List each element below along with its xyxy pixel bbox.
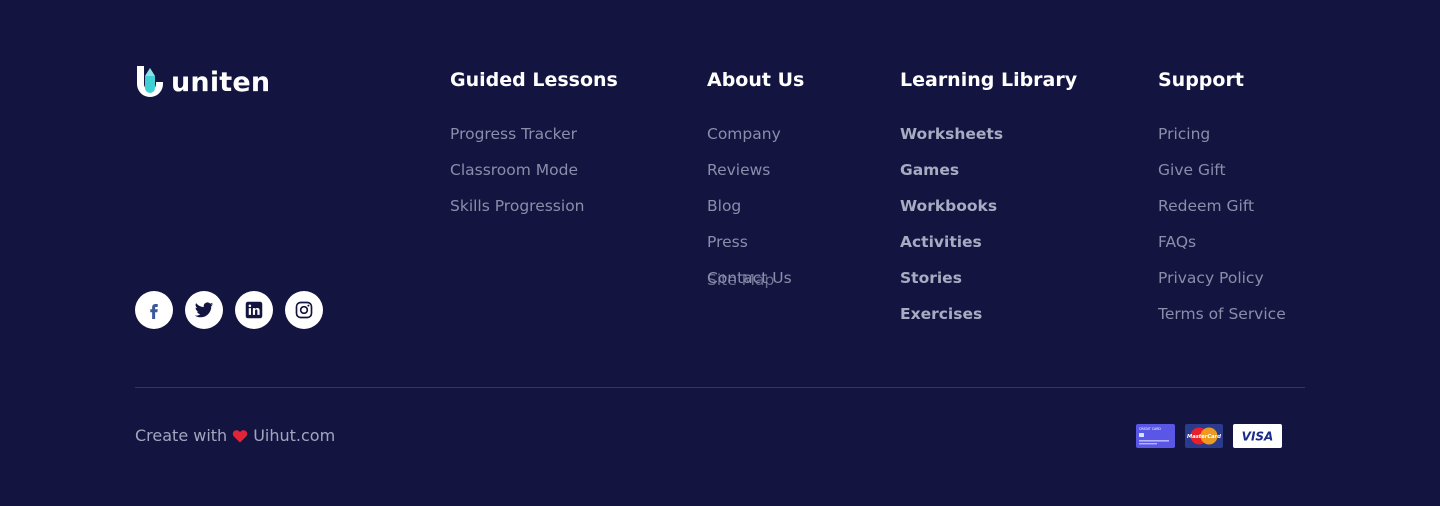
footer-divider bbox=[135, 387, 1305, 388]
linkedin-link[interactable] bbox=[235, 291, 273, 329]
social-links bbox=[135, 291, 323, 329]
footer-column-support: Support Pricing Give Gift Redeem Gift FA… bbox=[1158, 66, 1286, 340]
card-label: CREDIT CARD bbox=[1139, 427, 1161, 431]
uniten-logo-icon bbox=[137, 66, 163, 97]
footer-link[interactable]: Worksheets bbox=[900, 124, 1077, 144]
footer-link-site-map[interactable]: Site Map bbox=[707, 270, 774, 290]
footer-link[interactable]: FAQs bbox=[1158, 232, 1286, 252]
footer-link-overlap: Contact Us Site Map bbox=[707, 268, 804, 290]
footer-link[interactable]: Press bbox=[707, 232, 804, 252]
footer-link[interactable]: Classroom Mode bbox=[450, 160, 618, 180]
facebook-link[interactable] bbox=[135, 291, 173, 329]
footer-link[interactable]: Privacy Policy bbox=[1158, 268, 1286, 288]
credit-card-icon: CREDIT CARD bbox=[1136, 424, 1175, 448]
twitter-icon bbox=[194, 302, 214, 318]
brand-name: uniten bbox=[171, 66, 271, 98]
credit-prefix: Create with bbox=[135, 426, 228, 445]
brand-logo[interactable]: uniten bbox=[135, 64, 270, 100]
footer-link[interactable]: Skills Progression bbox=[450, 196, 618, 216]
instagram-link[interactable] bbox=[285, 291, 323, 329]
heart-icon bbox=[233, 430, 248, 443]
footer-link[interactable]: Redeem Gift bbox=[1158, 196, 1286, 216]
credit-site-link[interactable]: Uihut.com bbox=[253, 426, 335, 445]
footer-link[interactable]: Give Gift bbox=[1158, 160, 1286, 180]
footer-link[interactable]: Progress Tracker bbox=[450, 124, 618, 144]
column-title: About Us bbox=[707, 69, 805, 91]
footer-link[interactable]: Games bbox=[900, 160, 1077, 180]
footer-link[interactable]: Company bbox=[707, 124, 804, 144]
footer-link[interactable]: Activities bbox=[900, 232, 1077, 252]
footer-link[interactable]: Exercises bbox=[900, 304, 1077, 324]
column-title: Support bbox=[1158, 69, 1244, 91]
footer-link[interactable]: Terms of Service bbox=[1158, 304, 1286, 324]
mastercard-label: MasterCard bbox=[1187, 434, 1221, 440]
instagram-icon bbox=[295, 301, 313, 319]
footer-credit: Create with Uihut.com bbox=[135, 426, 335, 445]
footer-link[interactable]: Reviews bbox=[707, 160, 804, 180]
column-title: Guided Lessons bbox=[450, 69, 618, 91]
footer-link[interactable]: Blog bbox=[707, 196, 804, 216]
payment-methods: CREDIT CARD MasterCard VISA bbox=[1136, 424, 1282, 448]
facebook-icon bbox=[150, 304, 158, 319]
mastercard-icon: MasterCard bbox=[1185, 424, 1223, 448]
twitter-link[interactable] bbox=[185, 291, 223, 329]
footer-link[interactable]: Workbooks bbox=[900, 196, 1077, 216]
footer-link[interactable]: Pricing bbox=[1158, 124, 1286, 144]
footer-column-learning-library: Learning Library Worksheets Games Workbo… bbox=[900, 66, 1077, 340]
column-title: Learning Library bbox=[900, 69, 1078, 91]
footer-column-guided-lessons: Guided Lessons Progress Tracker Classroo… bbox=[450, 66, 618, 232]
linkedin-icon bbox=[245, 301, 263, 319]
visa-label: VISA bbox=[1242, 430, 1274, 444]
visa-icon: VISA bbox=[1233, 424, 1282, 448]
footer-link[interactable]: Stories bbox=[900, 268, 1077, 288]
footer-column-about-us: About Us Company Reviews Blog Press Cont… bbox=[707, 66, 804, 304]
